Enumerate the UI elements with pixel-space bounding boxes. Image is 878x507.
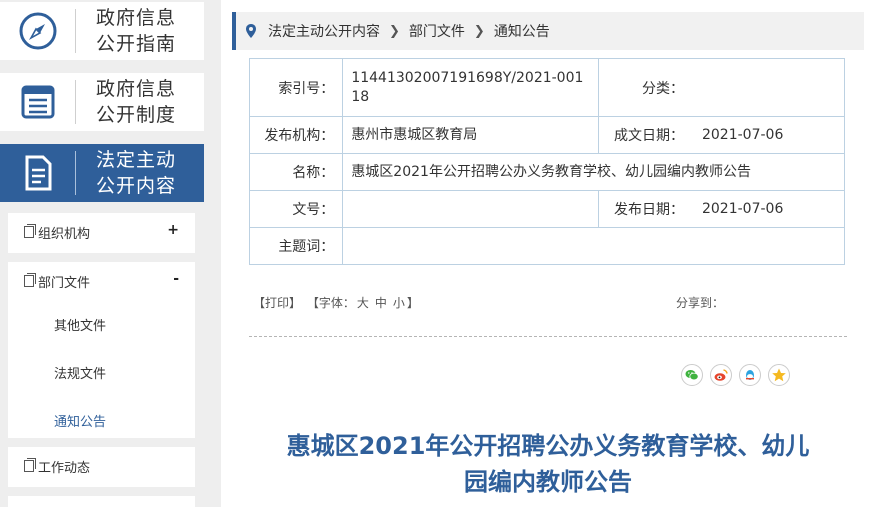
name-label: 名称： bbox=[248, 153, 344, 191]
sidebar-card-content-title: 法定主动 公开内容 bbox=[96, 149, 177, 197]
published-date-label: 发布日期： bbox=[598, 190, 694, 228]
nav-group-work[interactable]: 工作动态 bbox=[8, 447, 195, 487]
nav-head-dept[interactable]: 部门文件 - bbox=[8, 262, 195, 300]
nav-head-work[interactable]: 工作动态 bbox=[8, 447, 195, 485]
font-large-button[interactable]: 大 bbox=[357, 296, 369, 310]
chevron-right-icon: ❯ bbox=[473, 23, 485, 39]
category-value bbox=[693, 58, 845, 117]
nav-sub-notice[interactable]: 通知公告 bbox=[8, 396, 195, 444]
docno-label: 文号： bbox=[248, 190, 344, 228]
nav-group-dept: 部门文件 - 其他文件 法规文件 通知公告 bbox=[8, 262, 195, 438]
doc-icon bbox=[24, 224, 36, 238]
compass-icon bbox=[0, 9, 76, 53]
qzone-icon[interactable] bbox=[768, 364, 790, 386]
created-date-label: 成文日期： bbox=[598, 116, 694, 154]
list-icon bbox=[0, 80, 76, 124]
article-tools: 【打印】 【字体：大中小】 bbox=[253, 294, 421, 311]
sidebar-card-guide[interactable]: 政府信息 公开指南 bbox=[0, 2, 204, 60]
font-size-label: 【字体： bbox=[306, 296, 355, 310]
expand-toggle[interactable]: + bbox=[167, 222, 179, 238]
breadcrumb-item[interactable]: 部门文件 bbox=[409, 21, 465, 41]
publisher-value: 惠州市惠城区教育局 bbox=[342, 116, 600, 154]
wechat-icon[interactable] bbox=[681, 364, 703, 386]
nav-group-org[interactable]: 组织机构 + bbox=[8, 213, 195, 253]
breadcrumb-item[interactable]: 通知公告 bbox=[494, 21, 550, 41]
document-icon bbox=[0, 151, 76, 195]
published-date-value: 2021-07-06 bbox=[693, 190, 845, 228]
keywords-value bbox=[342, 227, 845, 265]
sidebar-card-content[interactable]: 法定主动 公开内容 bbox=[0, 144, 204, 202]
publisher-label: 发布机构： bbox=[248, 116, 344, 154]
chevron-right-icon: ❯ bbox=[389, 23, 400, 39]
created-date-value: 2021-07-06 bbox=[693, 116, 845, 154]
nav-label-work: 工作动态 bbox=[38, 460, 91, 476]
docno-value bbox=[342, 190, 600, 228]
nav-label-dept: 部门文件 bbox=[38, 275, 91, 291]
sidebar-card-guide-title: 政府信息 公开指南 bbox=[96, 7, 177, 55]
share-label: 分享到： bbox=[676, 296, 725, 310]
keywords-label: 主题词： bbox=[248, 227, 344, 265]
divider bbox=[249, 336, 847, 337]
sidebar-card-system-title: 政府信息 公开制度 bbox=[96, 78, 177, 126]
nav-group-more bbox=[8, 496, 195, 507]
weibo-icon[interactable] bbox=[710, 364, 732, 386]
sidebar-card-system[interactable]: 政府信息 公开制度 bbox=[0, 73, 204, 131]
doc-icon bbox=[24, 273, 36, 287]
nav-sub-other[interactable]: 其他文件 bbox=[8, 300, 195, 348]
nav-head-org[interactable]: 组织机构 + bbox=[8, 213, 195, 251]
print-button[interactable]: 【打印】 bbox=[253, 296, 301, 310]
breadcrumb-item[interactable]: 法定主动公开内容 bbox=[268, 21, 380, 41]
article-title: 惠城区2021年公开招聘公办义务教育学校、幼儿 园编内教师公告 bbox=[286, 432, 810, 496]
qq-icon[interactable] bbox=[739, 364, 761, 386]
location-pin-icon bbox=[246, 24, 256, 38]
nav-label-org: 组织机构 bbox=[38, 226, 91, 242]
bracket: 】 bbox=[406, 296, 419, 310]
doc-icon bbox=[24, 458, 36, 472]
share-icons bbox=[681, 364, 790, 386]
index-value: 11441302007191698Y/2021-00118 bbox=[342, 58, 600, 117]
document-meta-table: 索引号： 11441302007191698Y/2021-00118 分类： 发… bbox=[248, 58, 845, 265]
breadcrumb: 法定主动公开内容 ❯ 部门文件 ❯ 通知公告 bbox=[232, 12, 864, 50]
name-value: 惠城区2021年公开招聘公办义务教育学校、幼儿园编内教师公告 bbox=[342, 153, 845, 191]
font-medium-button[interactable]: 中 bbox=[375, 296, 387, 310]
collapse-toggle[interactable]: - bbox=[173, 271, 179, 287]
font-small-button[interactable]: 小 bbox=[393, 296, 405, 310]
category-label: 分类： bbox=[598, 58, 694, 117]
index-label: 索引号： bbox=[248, 58, 344, 117]
nav-sub-regulation[interactable]: 法规文件 bbox=[8, 348, 195, 396]
